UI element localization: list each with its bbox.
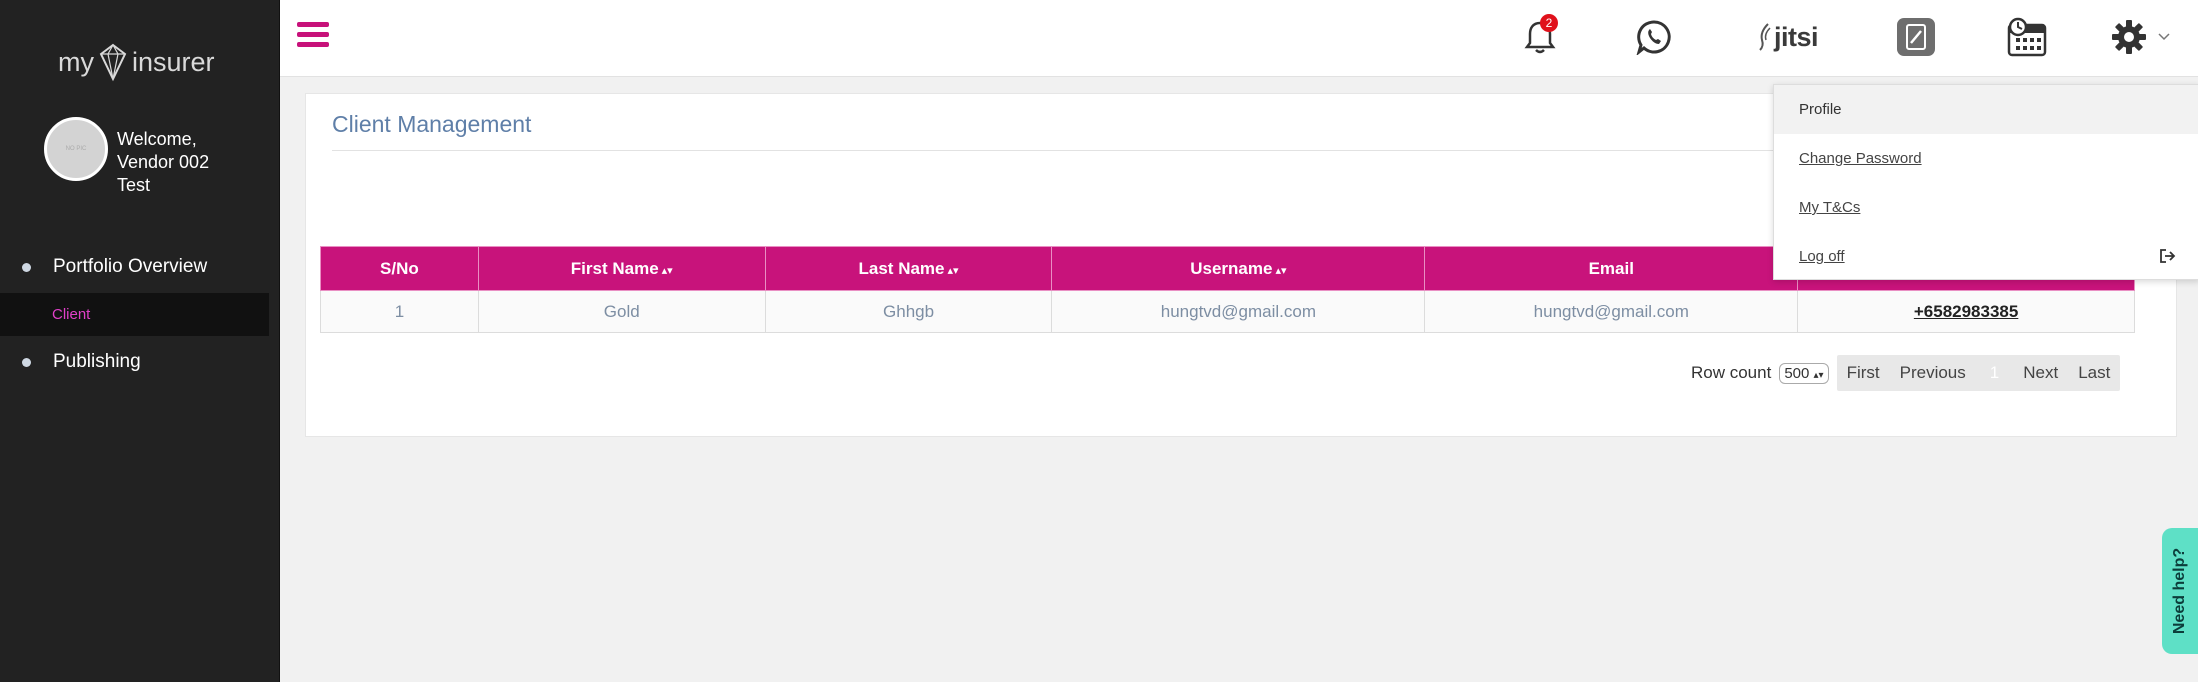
need-help-label: Need help? (2171, 547, 2189, 635)
calendar-button[interactable] (2005, 12, 2049, 62)
sidebar: my insurer NO PIC Welcome, Vendor 002 Te… (0, 0, 280, 682)
sidebar-item-portfolio-overview[interactable]: Portfolio Overview (0, 247, 279, 287)
column-header-first-name[interactable]: First Name ▴▾ (477, 246, 766, 291)
welcome-text: Welcome, Vendor 002 Test (117, 128, 237, 196)
column-header-email[interactable]: Email (1424, 246, 1799, 291)
sort-icon: ▴▾ (661, 264, 673, 277)
gear-icon (2112, 20, 2146, 54)
jitsi-label: jitsi (1773, 21, 1819, 52)
menu-item-label: Log off (1799, 248, 1845, 265)
select-arrows-icon: ▴▾ (1813, 369, 1824, 381)
need-help-tab[interactable]: Need help? (2162, 528, 2198, 654)
pager-first-button[interactable]: First (1837, 363, 1890, 383)
notifications-button[interactable]: 2 (1520, 12, 1560, 62)
avatar[interactable]: NO PIC (44, 117, 108, 181)
menu-item-label: My T&Cs (1799, 199, 1861, 216)
header-label: First Name (570, 258, 659, 278)
notification-badge: 2 (1540, 14, 1558, 32)
pager-last-button[interactable]: Last (2068, 363, 2120, 383)
avatar-text: NO PIC (65, 146, 87, 152)
sidebar-item-publishing[interactable]: Publishing (0, 342, 279, 382)
cell-last-name: Ghhgb (764, 290, 1053, 333)
column-header-username[interactable]: Username ▴▾ (1051, 246, 1426, 291)
column-header-sno[interactable]: S/No (320, 246, 479, 291)
title-divider (332, 150, 1862, 151)
header-label: Last Name (858, 258, 945, 278)
menu-item-label: Change Password (1799, 150, 1922, 167)
header-label: S/No (380, 258, 419, 278)
document-edit-icon (1897, 18, 1935, 56)
user-name-line2: Test (117, 175, 151, 195)
page-title: Client Management (332, 111, 532, 137)
cell-first-name: Gold (477, 290, 766, 333)
bullet-icon (22, 262, 31, 272)
user-name-line1: Vendor 002 (117, 152, 210, 172)
cell-sno: 1 (320, 290, 479, 333)
pagination-bar: Row count 500 ▴▾ First Previous 1 Next L… (1691, 355, 2121, 391)
logo-text-left: my (58, 46, 94, 77)
menu-item-profile[interactable]: Profile (1774, 85, 2198, 134)
jitsi-button[interactable]: jitsi (1752, 12, 1822, 62)
header-label: Email (1588, 258, 1634, 278)
header-label: Username (1190, 258, 1273, 278)
menu-toggle-icon[interactable] (297, 22, 329, 48)
pager: First Previous 1 Next Last (1836, 355, 2121, 391)
menu-item-log-off[interactable]: Log off (1774, 232, 2198, 281)
cell-phone-link[interactable]: +6582983385 (1797, 290, 2135, 333)
topbar: 2 jitsi (280, 0, 2198, 77)
welcome-label: Welcome, (117, 129, 197, 149)
menu-item-my-tcs[interactable]: My T&Cs (1774, 183, 2198, 232)
row-count-label: Row count (1691, 363, 1772, 382)
calendar-clock-icon (2007, 17, 2047, 57)
sidebar-item-label: Publishing (53, 351, 141, 372)
pager-current-page[interactable]: 1 (1976, 363, 2013, 383)
sort-icon: ▴▾ (947, 264, 959, 277)
whatsapp-icon (1636, 20, 1671, 55)
pager-next-button[interactable]: Next (2013, 363, 2068, 383)
pager-previous-button[interactable]: Previous (1890, 363, 1976, 383)
row-count-select[interactable]: 500 ▴▾ (1779, 362, 1829, 384)
menu-item-label: Profile (1799, 101, 1842, 118)
bullet-icon (22, 357, 31, 367)
sidebar-item-label: Client (52, 306, 91, 323)
menu-item-change-password[interactable]: Change Password (1774, 134, 2198, 183)
settings-dropdown-menu: Profile Change Password My T&Cs Log off (1773, 84, 2198, 280)
sidebar-item-client[interactable]: Client (0, 293, 269, 336)
sign-out-icon (2160, 249, 2176, 263)
column-header-last-name[interactable]: Last Name ▴▾ (764, 246, 1053, 291)
brand-logo[interactable]: my insurer (58, 40, 218, 84)
shield-logo-icon (99, 43, 127, 82)
logo-text-right: insurer (132, 46, 215, 77)
settings-button[interactable] (2106, 12, 2176, 62)
cell-email: hungtvd@gmail.com (1424, 290, 1799, 333)
sort-icon: ▴▾ (1275, 264, 1287, 277)
jitsi-icon (1759, 23, 1771, 51)
row-count-value: 500 (1784, 364, 1810, 382)
cell-username: hungtvd@gmail.com (1051, 290, 1426, 333)
chevron-down-icon (2158, 33, 2170, 41)
sidebar-item-label: Portfolio Overview (53, 256, 208, 277)
table-row[interactable]: 1 Gold Ghhgb hungtvd@gmail.com hungtvd@g… (320, 290, 2135, 333)
whatsapp-button[interactable] (1632, 12, 1676, 62)
document-button[interactable] (1894, 12, 1938, 62)
